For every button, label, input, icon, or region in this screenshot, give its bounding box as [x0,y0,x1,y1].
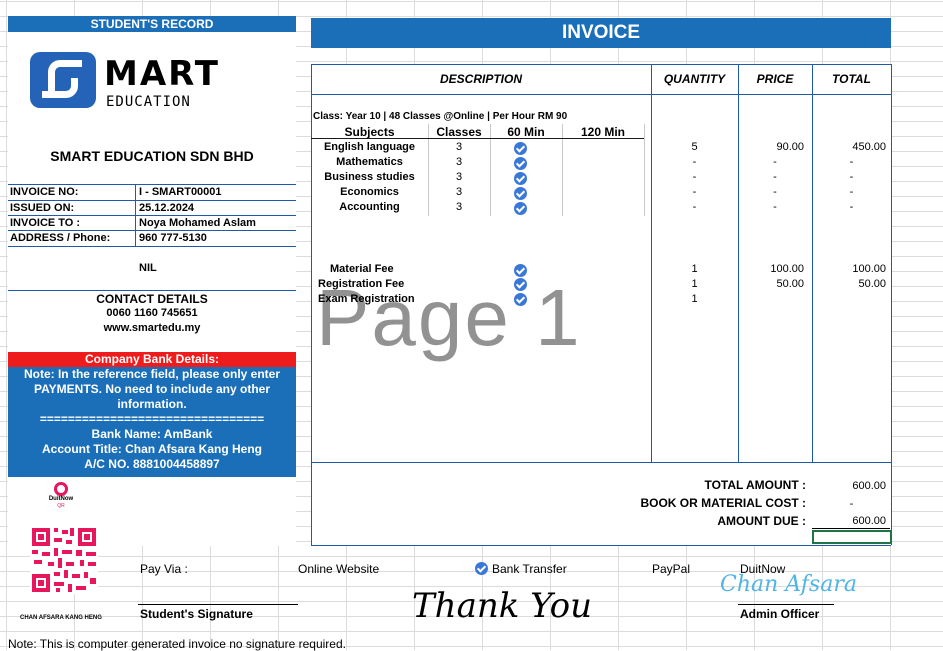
bank-divider: ================================ [39,412,265,426]
subject-classes: 3 [455,201,463,213]
price-cell: - [773,156,777,168]
invoice-title: INVOICE [311,18,891,48]
book-material-value: - [849,498,854,510]
quantity-cell: - [692,186,697,198]
fee-name: Registration Fee [318,278,405,290]
classes-header: Classes [436,125,482,139]
checkmark-icon [514,278,527,291]
subject-name: Mathematics [336,156,403,168]
60min-header: 60 Min [507,125,545,139]
checkmark-icon [514,172,527,185]
pay-option-bank-transfer: Bank Transfer [492,562,567,576]
header-description: DESCRIPTION [439,72,522,86]
checkmark-icon [514,202,527,215]
amount-due-value: 600.00 [852,515,886,527]
quantity-cell: - [692,201,697,213]
logo-subtitle: EDUCATION [106,94,191,110]
footer-note: Note: This is computer generated invoice… [8,637,346,651]
quantity-cell: 1 [691,263,698,275]
header-quantity: QUANTITY [663,72,726,86]
quantity-cell: - [692,171,697,183]
price-cell: 50.00 [776,278,804,290]
checkmark-icon [514,142,527,155]
invoice-to-label: INVOICE TO : [10,217,81,229]
contact-title: CONTACT DETAILS [96,292,208,306]
subject-name: Accounting [339,201,400,213]
subject-name: English language [323,141,416,153]
pay-option-paypal: PayPal [652,562,691,576]
logo-icon [30,52,96,108]
bank-note: Note: In the reference field, please onl… [23,367,281,411]
bank-details-box: Note: In the reference field, please onl… [8,367,296,477]
admin-officer-label: Admin Officer [740,607,820,621]
subject-classes: 3 [455,171,463,183]
total-cell: 50.00 [858,278,886,290]
total-cell: - [849,171,854,183]
book-material-label: BOOK OR MATERIAL COST : [640,496,806,510]
checkmark-icon [475,562,488,575]
120min-header: 120 Min [580,125,625,139]
price-cell: - [773,186,777,198]
price-cell: - [773,171,777,183]
checkmark-icon [514,264,527,277]
admin-signature: Chan Afsara [720,572,857,597]
company-name: SMART EDUCATION SDN BHD [50,148,254,164]
pay-via-label: Pay Via : [140,562,188,576]
qr-account-name: CHAN AFSARA KANG HENG [20,615,102,621]
duitnow-logo-icon: DuitNow QR [46,482,76,512]
address-value: 960 777-5130 [139,232,207,244]
total-amount-label: TOTAL AMOUNT : [704,478,806,492]
total-cell: 100.00 [852,263,886,275]
header-price: PRICE [756,72,794,86]
thank-you-text: Thank You [412,586,593,626]
class-info: Class: Year 10 | 48 Classes @Online | Pe… [313,111,568,122]
price-cell: 90.00 [776,141,804,153]
quantity-cell: - [692,156,697,168]
subject-name: Business studies [324,171,415,183]
logo-wordmark: MART [104,54,220,94]
checkmark-icon [514,187,527,200]
checkmark-icon [514,293,527,306]
checkmark-icon [514,157,527,170]
subject-classes: 3 [455,186,463,198]
students-record-header: STUDENT'S RECORD [8,16,296,32]
header-total: TOTAL [832,72,871,86]
bank-account-title: Account Title: Chan Afsara Kang Heng [41,442,263,456]
total-amount-value: 600.00 [852,480,886,492]
issued-on-value: 25.12.2024 [139,202,195,214]
student-signature-label: Student's Signature [140,607,253,621]
fee-name: Material Fee [330,263,394,275]
subject-name: Economics [340,186,399,198]
nil-value: NIL [139,262,157,274]
quantity-cell: 1 [691,278,698,290]
qr-code-icon [30,526,98,594]
pay-option-online: Online Website [298,562,380,576]
amount-due-label: AMOUNT DUE : [717,514,806,528]
bank-account-number: A/C NO. 8881004458897 [84,457,220,471]
total-cell: - [849,186,854,198]
total-cell: - [849,156,854,168]
fee-name: Exam Registration [318,293,415,305]
subject-classes: 3 [455,141,463,153]
contact-phone: 0060 1160 745651 [106,307,198,319]
subject-classes: 3 [455,156,463,168]
total-cell: 450.00 [852,141,886,153]
total-cell: - [849,201,854,213]
invoice-to-value: Noya Mohamed Aslam [139,217,256,229]
quantity-cell: 5 [691,141,698,153]
bank-name: Bank Name: AmBank [91,427,213,441]
issued-on-label: ISSUED ON: [10,202,75,214]
price-cell: - [773,201,777,213]
bank-details-header: Company Bank Details: [8,352,296,367]
selected-cell[interactable] [812,530,892,544]
subjects-header: Subjects [344,125,395,139]
contact-website: www.smartedu.my [103,322,201,334]
invoice-no-value: I - SMART00001 [139,186,222,198]
price-cell: 100.00 [770,263,804,275]
quantity-cell: 1 [691,293,698,305]
address-label: ADDRESS / Phone: [10,232,111,244]
invoice-no-label: INVOICE NO: [10,186,79,198]
